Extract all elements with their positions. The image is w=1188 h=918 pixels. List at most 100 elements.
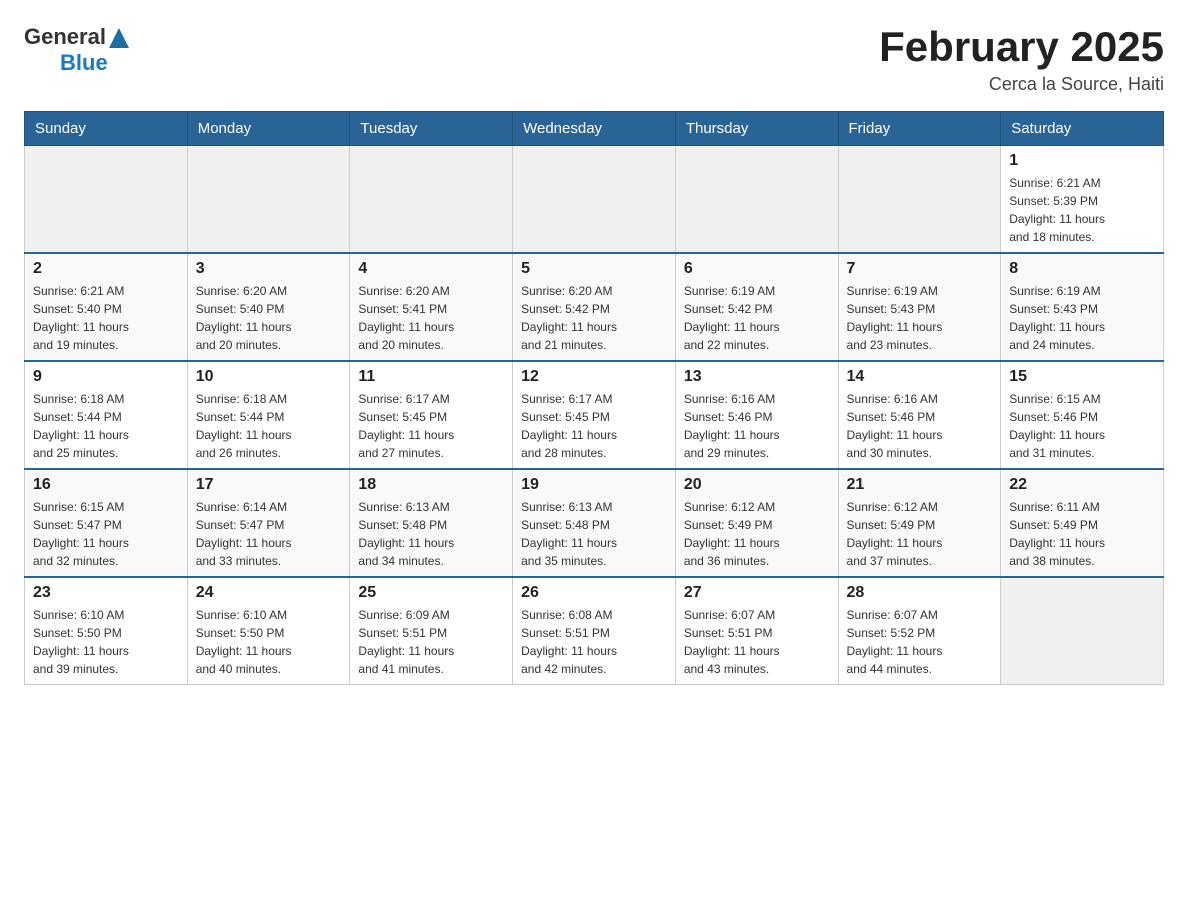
calendar-cell <box>187 146 350 254</box>
day-header-thursday: Thursday <box>675 112 838 146</box>
day-header-tuesday: Tuesday <box>350 112 513 146</box>
calendar-week-row: 23 Sunrise: 6:10 AM Sunset: 5:50 PM Dayli… <box>25 577 1164 685</box>
calendar-cell <box>25 146 188 254</box>
day-number: 9 <box>33 368 179 386</box>
day-header-monday: Monday <box>187 112 350 146</box>
calendar-table: SundayMondayTuesdayWednesdayThursdayFrid… <box>24 111 1164 685</box>
day-info: Sunrise: 6:08 AM Sunset: 5:51 PM Dayligh… <box>521 606 667 678</box>
day-info: Sunrise: 6:19 AM Sunset: 5:43 PM Dayligh… <box>1009 282 1155 354</box>
calendar-cell: 20 Sunrise: 6:12 AM Sunset: 5:49 PM Dayli… <box>675 469 838 577</box>
day-info: Sunrise: 6:12 AM Sunset: 5:49 PM Dayligh… <box>684 498 830 570</box>
calendar-cell: 25 Sunrise: 6:09 AM Sunset: 5:51 PM Dayli… <box>350 577 513 685</box>
calendar-cell: 17 Sunrise: 6:14 AM Sunset: 5:47 PM Dayli… <box>187 469 350 577</box>
calendar-cell: 5 Sunrise: 6:20 AM Sunset: 5:42 PM Daylig… <box>513 253 676 361</box>
calendar-cell: 12 Sunrise: 6:17 AM Sunset: 5:45 PM Dayli… <box>513 361 676 469</box>
calendar-cell: 4Sunrise: 6:20 AM Sunset: 5:41 PM Daylig… <box>350 253 513 361</box>
day-info: Sunrise: 6:07 AM Sunset: 5:52 PM Dayligh… <box>847 606 993 678</box>
day-info: Sunrise: 6:17 AM Sunset: 5:45 PM Dayligh… <box>358 390 504 462</box>
day-header-saturday: Saturday <box>1001 112 1164 146</box>
day-number: 23 <box>33 584 179 602</box>
calendar-cell: 19Sunrise: 6:13 AM Sunset: 5:48 PM Dayli… <box>513 469 676 577</box>
day-info: Sunrise: 6:20 AM Sunset: 5:41 PM Dayligh… <box>358 282 504 354</box>
day-number: 17 <box>196 476 342 494</box>
day-info: Sunrise: 6:15 AM Sunset: 5:46 PM Dayligh… <box>1009 390 1155 462</box>
day-info: Sunrise: 6:18 AM Sunset: 5:44 PM Dayligh… <box>33 390 179 462</box>
day-info: Sunrise: 6:16 AM Sunset: 5:46 PM Dayligh… <box>847 390 993 462</box>
calendar-cell: 14 Sunrise: 6:16 AM Sunset: 5:46 PM Dayli… <box>838 361 1001 469</box>
day-number: 22 <box>1009 476 1155 494</box>
calendar-cell: 28 Sunrise: 6:07 AM Sunset: 5:52 PM Dayli… <box>838 577 1001 685</box>
page-header: General Blue February 2025 Cerca la Sour… <box>24 24 1164 95</box>
day-info: Sunrise: 6:18 AM Sunset: 5:44 PM Dayligh… <box>196 390 342 462</box>
day-info: Sunrise: 6:21 AM Sunset: 5:40 PM Dayligh… <box>33 282 179 354</box>
calendar-week-row: 16 Sunrise: 6:15 AM Sunset: 5:47 PM Dayli… <box>25 469 1164 577</box>
location: Cerca la Source, Haiti <box>879 74 1164 95</box>
logo-blue-text: Blue <box>60 50 108 76</box>
calendar-cell <box>838 146 1001 254</box>
logo-triangle-icon <box>109 28 129 48</box>
calendar-cell: 3 Sunrise: 6:20 AM Sunset: 5:40 PM Daylig… <box>187 253 350 361</box>
calendar-week-row: 1Sunrise: 6:21 AM Sunset: 5:39 PM Daylig… <box>25 146 1164 254</box>
calendar-week-row: 2 Sunrise: 6:21 AM Sunset: 5:40 PM Daylig… <box>25 253 1164 361</box>
calendar-cell: 21 Sunrise: 6:12 AM Sunset: 5:49 PM Dayli… <box>838 469 1001 577</box>
day-number: 27 <box>684 584 830 602</box>
day-info: Sunrise: 6:12 AM Sunset: 5:49 PM Dayligh… <box>847 498 993 570</box>
calendar-cell: 1Sunrise: 6:21 AM Sunset: 5:39 PM Daylig… <box>1001 146 1164 254</box>
calendar-cell: 15 Sunrise: 6:15 AM Sunset: 5:46 PM Dayli… <box>1001 361 1164 469</box>
logo: General Blue <box>24 24 129 76</box>
day-number: 13 <box>684 368 830 386</box>
calendar-header-row: SundayMondayTuesdayWednesdayThursdayFrid… <box>25 112 1164 146</box>
day-info: Sunrise: 6:14 AM Sunset: 5:47 PM Dayligh… <box>196 498 342 570</box>
month-title: February 2025 <box>879 24 1164 70</box>
day-info: Sunrise: 6:11 AM Sunset: 5:49 PM Dayligh… <box>1009 498 1155 570</box>
calendar-cell: 2 Sunrise: 6:21 AM Sunset: 5:40 PM Daylig… <box>25 253 188 361</box>
calendar-cell: 18Sunrise: 6:13 AM Sunset: 5:48 PM Dayli… <box>350 469 513 577</box>
logo-general-text: General <box>24 24 106 50</box>
day-info: Sunrise: 6:16 AM Sunset: 5:46 PM Dayligh… <box>684 390 830 462</box>
day-number: 14 <box>847 368 993 386</box>
calendar-cell: 27 Sunrise: 6:07 AM Sunset: 5:51 PM Dayli… <box>675 577 838 685</box>
day-number: 7 <box>847 260 993 278</box>
calendar-cell: 8 Sunrise: 6:19 AM Sunset: 5:43 PM Daylig… <box>1001 253 1164 361</box>
day-number: 12 <box>521 368 667 386</box>
day-number: 26 <box>521 584 667 602</box>
day-info: Sunrise: 6:20 AM Sunset: 5:40 PM Dayligh… <box>196 282 342 354</box>
day-header-sunday: Sunday <box>25 112 188 146</box>
day-number: 3 <box>196 260 342 278</box>
day-number: 16 <box>33 476 179 494</box>
calendar-cell: 22 Sunrise: 6:11 AM Sunset: 5:49 PM Dayli… <box>1001 469 1164 577</box>
day-number: 25 <box>358 584 504 602</box>
day-info: Sunrise: 6:19 AM Sunset: 5:42 PM Dayligh… <box>684 282 830 354</box>
calendar-cell: 7 Sunrise: 6:19 AM Sunset: 5:43 PM Daylig… <box>838 253 1001 361</box>
day-number: 24 <box>196 584 342 602</box>
day-header-wednesday: Wednesday <box>513 112 676 146</box>
calendar-cell: 10Sunrise: 6:18 AM Sunset: 5:44 PM Dayli… <box>187 361 350 469</box>
day-info: Sunrise: 6:13 AM Sunset: 5:48 PM Dayligh… <box>521 498 667 570</box>
calendar-cell: 13 Sunrise: 6:16 AM Sunset: 5:46 PM Dayli… <box>675 361 838 469</box>
day-number: 15 <box>1009 368 1155 386</box>
day-info: Sunrise: 6:20 AM Sunset: 5:42 PM Dayligh… <box>521 282 667 354</box>
calendar-cell: 16 Sunrise: 6:15 AM Sunset: 5:47 PM Dayli… <box>25 469 188 577</box>
day-number: 5 <box>521 260 667 278</box>
calendar-cell <box>675 146 838 254</box>
day-number: 2 <box>33 260 179 278</box>
day-number: 20 <box>684 476 830 494</box>
calendar-cell: 11Sunrise: 6:17 AM Sunset: 5:45 PM Dayli… <box>350 361 513 469</box>
day-info: Sunrise: 6:09 AM Sunset: 5:51 PM Dayligh… <box>358 606 504 678</box>
calendar-cell: 26 Sunrise: 6:08 AM Sunset: 5:51 PM Dayli… <box>513 577 676 685</box>
day-info: Sunrise: 6:15 AM Sunset: 5:47 PM Dayligh… <box>33 498 179 570</box>
day-number: 1 <box>1009 152 1155 170</box>
day-info: Sunrise: 6:07 AM Sunset: 5:51 PM Dayligh… <box>684 606 830 678</box>
day-number: 28 <box>847 584 993 602</box>
day-number: 8 <box>1009 260 1155 278</box>
day-info: Sunrise: 6:13 AM Sunset: 5:48 PM Dayligh… <box>358 498 504 570</box>
calendar-week-row: 9 Sunrise: 6:18 AM Sunset: 5:44 PM Daylig… <box>25 361 1164 469</box>
day-info: Sunrise: 6:19 AM Sunset: 5:43 PM Dayligh… <box>847 282 993 354</box>
day-info: Sunrise: 6:10 AM Sunset: 5:50 PM Dayligh… <box>196 606 342 678</box>
title-area: February 2025 Cerca la Source, Haiti <box>879 24 1164 95</box>
calendar-cell: 9 Sunrise: 6:18 AM Sunset: 5:44 PM Daylig… <box>25 361 188 469</box>
day-number: 21 <box>847 476 993 494</box>
calendar-cell: 24 Sunrise: 6:10 AM Sunset: 5:50 PM Dayli… <box>187 577 350 685</box>
day-info: Sunrise: 6:17 AM Sunset: 5:45 PM Dayligh… <box>521 390 667 462</box>
day-info: Sunrise: 6:10 AM Sunset: 5:50 PM Dayligh… <box>33 606 179 678</box>
